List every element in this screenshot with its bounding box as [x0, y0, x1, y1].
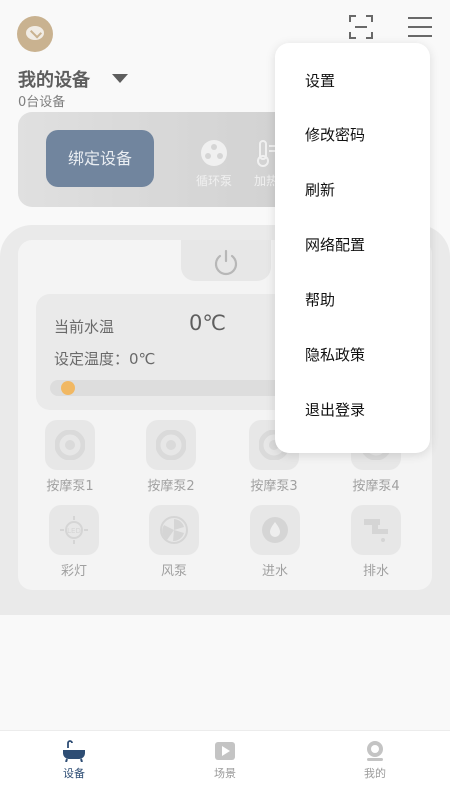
play-icon: [213, 740, 237, 762]
menu-item-logout[interactable]: 退出登录: [305, 395, 425, 425]
profile-icon: [363, 740, 387, 762]
menu-item-privacy-policy[interactable]: 隐私政策: [305, 340, 425, 370]
menu-item-help[interactable]: 帮助: [305, 285, 425, 315]
dropdown-menu: 设置 修改密码 刷新 网络配置 帮助 隐私政策 退出登录: [275, 43, 430, 453]
tab-label: 场景: [214, 767, 236, 780]
tab-scenes[interactable]: 场景: [185, 740, 265, 781]
tab-label: 设备: [63, 767, 85, 780]
tab-label: 我的: [364, 767, 386, 780]
tab-mine[interactable]: 我的: [335, 740, 415, 781]
menu-item-refresh[interactable]: 刷新: [305, 175, 425, 205]
tab-devices[interactable]: 设备: [34, 740, 114, 781]
menu-item-change-password[interactable]: 修改密码: [305, 120, 425, 150]
menu-item-network-config[interactable]: 网络配置: [305, 230, 425, 260]
menu-item-settings[interactable]: 设置: [305, 66, 425, 96]
bathtub-icon: [62, 740, 86, 763]
